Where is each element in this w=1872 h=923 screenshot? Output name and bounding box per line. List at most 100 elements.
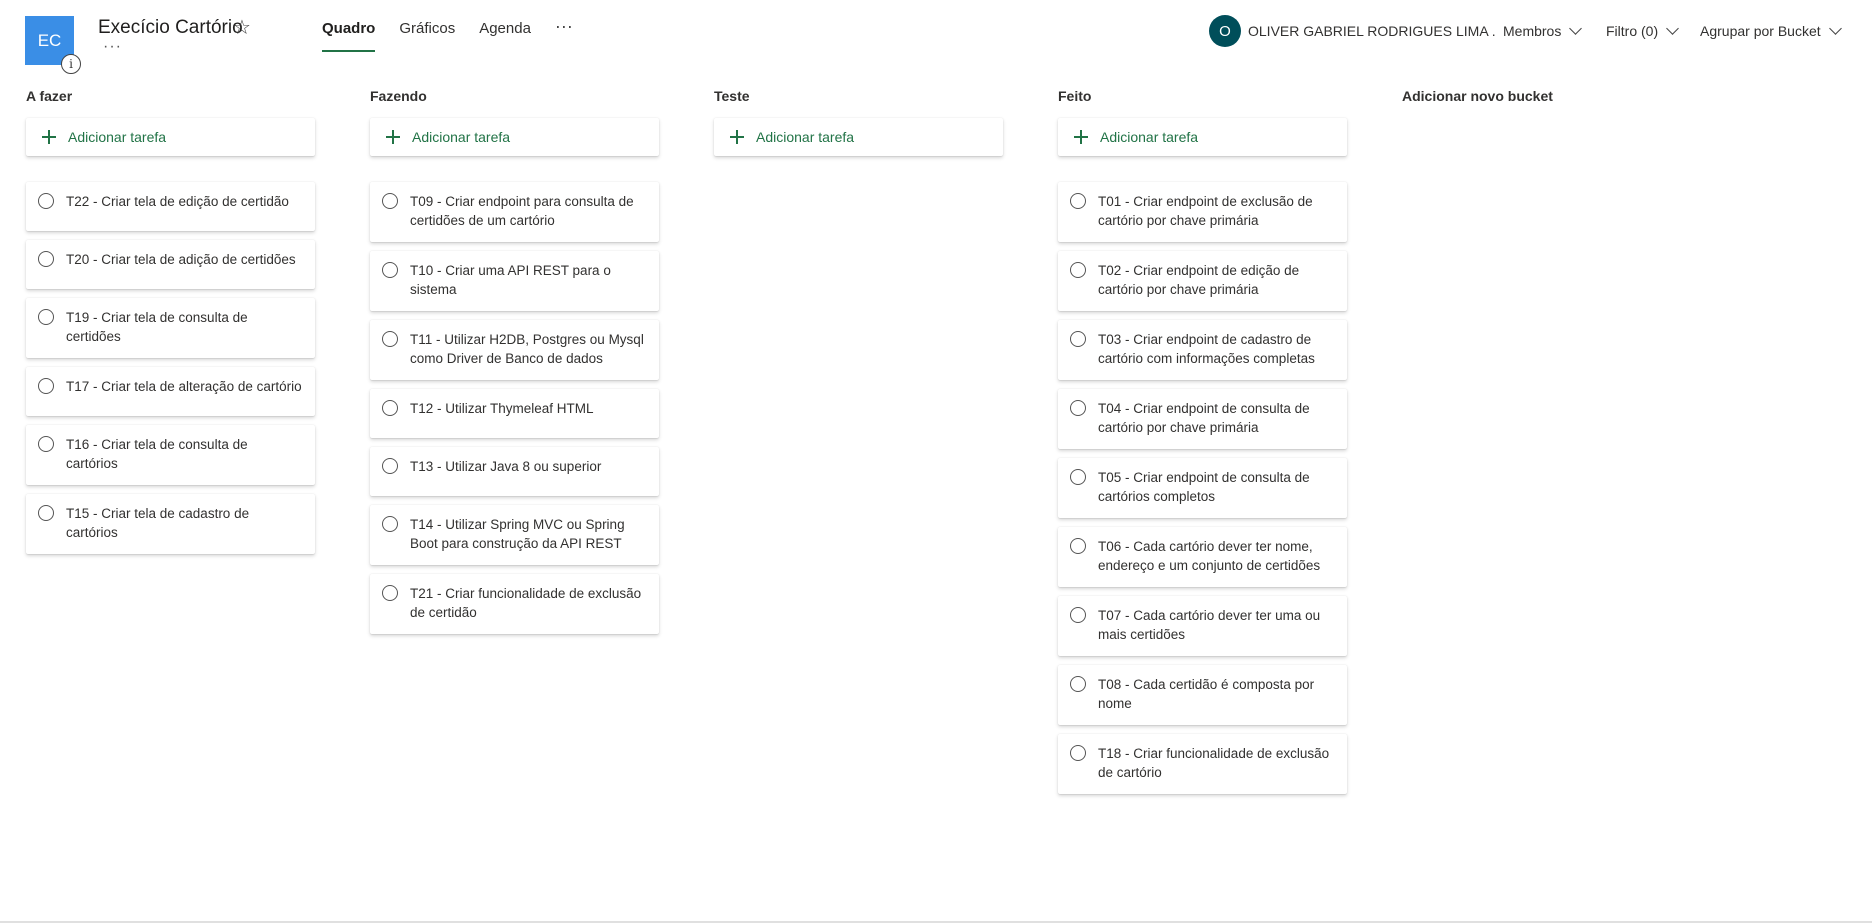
- add-task-label: Adicionar tarefa: [756, 129, 855, 145]
- complete-task-circle-icon[interactable]: [38, 505, 54, 521]
- task-title: T18 - Criar funcionalidade de exclusão d…: [1098, 746, 1330, 780]
- task-card[interactable]: T19 - Criar tela de consulta de certidõe…: [26, 298, 315, 358]
- task-card[interactable]: T06 - Cada cartório dever ter nome, ende…: [1058, 527, 1347, 587]
- task-card[interactable]: T11 - Utilizar H2DB, Postgres ou Mysql c…: [370, 320, 659, 380]
- task-card[interactable]: T07 - Cada cartório dever ter uma ou mai…: [1058, 596, 1347, 656]
- plan-more-icon[interactable]: ···: [103, 38, 122, 56]
- tabs-more-icon[interactable]: ···: [555, 17, 573, 52]
- chevron-down-icon: [1666, 22, 1679, 35]
- task-title: T20 - Criar tela de adição de certidões: [66, 252, 296, 267]
- plus-icon: [730, 130, 744, 144]
- complete-task-circle-icon[interactable]: [1070, 607, 1086, 623]
- user-name: OLIVER GABRIEL RODRIGUES LIMA .: [1248, 23, 1496, 39]
- group-by-button[interactable]: Agrupar por Bucket: [1700, 22, 1842, 39]
- task-card[interactable]: T15 - Criar tela de cadastro de cartório…: [26, 494, 315, 554]
- task-card[interactable]: T14 - Utilizar Spring MVC ou Spring Boot…: [370, 505, 659, 565]
- complete-task-circle-icon[interactable]: [382, 516, 398, 532]
- complete-task-circle-icon[interactable]: [382, 193, 398, 209]
- task-title: T16 - Criar tela de consulta de cartório…: [66, 437, 248, 471]
- task-card[interactable]: T21 - Criar funcionalidade de exclusão d…: [370, 574, 659, 634]
- task-card[interactable]: T08 - Cada certidão é composta por nome: [1058, 665, 1347, 725]
- bucket-column: A fazer Adicionar tarefa T22 - Criar tela …: [26, 88, 315, 563]
- task-title: T09 - Criar endpoint para consulta de ce…: [410, 194, 634, 228]
- task-title: T14 - Utilizar Spring MVC ou Spring Boot…: [410, 517, 625, 551]
- add-task-button[interactable]: Adicionar tarefa: [714, 118, 1003, 156]
- task-title: T19 - Criar tela de consulta de certidõe…: [66, 310, 248, 344]
- complete-task-circle-icon[interactable]: [38, 378, 54, 394]
- task-title: T01 - Criar endpoint de exclusão de cart…: [1098, 194, 1313, 228]
- info-icon[interactable]: i: [61, 54, 81, 74]
- view-tabs: Quadro Gráficos Agenda ···: [322, 17, 573, 52]
- task-title: T05 - Criar endpoint de consulta de cart…: [1098, 470, 1310, 504]
- task-card[interactable]: T22 - Criar tela de edição de certidão: [26, 182, 315, 231]
- task-card[interactable]: T03 - Criar endpoint de cadastro de cart…: [1058, 320, 1347, 380]
- tab-quadro[interactable]: Quadro: [322, 20, 376, 52]
- bucket-title[interactable]: Fazendo: [370, 88, 659, 108]
- task-list: T01 - Criar endpoint de exclusão de cart…: [1058, 182, 1347, 794]
- complete-task-circle-icon[interactable]: [1070, 193, 1086, 209]
- add-task-button[interactable]: Adicionar tarefa: [1058, 118, 1347, 156]
- task-title: T08 - Cada certidão é composta por nome: [1098, 677, 1315, 711]
- complete-task-circle-icon[interactable]: [38, 193, 54, 209]
- task-card[interactable]: T09 - Criar endpoint para consulta de ce…: [370, 182, 659, 242]
- tab-agenda[interactable]: Agenda: [479, 20, 531, 52]
- header-bar: EC i Execício Cartório ☆ ··· Quadro Gráf…: [0, 0, 1872, 90]
- complete-task-circle-icon[interactable]: [1070, 676, 1086, 692]
- task-card[interactable]: T13 - Utilizar Java 8 ou superior: [370, 447, 659, 496]
- complete-task-circle-icon[interactable]: [38, 251, 54, 267]
- task-title: T11 - Utilizar H2DB, Postgres ou Mysql c…: [410, 332, 644, 366]
- bucket-title[interactable]: A fazer: [26, 88, 315, 108]
- bucket-title[interactable]: Feito: [1058, 88, 1347, 108]
- avatar[interactable]: O: [1209, 15, 1241, 47]
- task-title: T17 - Criar tela de alteração de cartóri…: [66, 379, 302, 394]
- task-title: T12 - Utilizar Thymeleaf HTML: [410, 401, 594, 416]
- plan-title: Execício Cartório: [98, 17, 243, 38]
- task-card[interactable]: T17 - Criar tela de alteração de cartóri…: [26, 367, 315, 416]
- complete-task-circle-icon[interactable]: [382, 585, 398, 601]
- complete-task-circle-icon[interactable]: [382, 331, 398, 347]
- bucket-title[interactable]: Teste: [714, 88, 1003, 108]
- task-card[interactable]: T02 - Criar endpoint de edição de cartór…: [1058, 251, 1347, 311]
- task-card[interactable]: T01 - Criar endpoint de exclusão de cart…: [1058, 182, 1347, 242]
- complete-task-circle-icon[interactable]: [1070, 331, 1086, 347]
- add-task-label: Adicionar tarefa: [412, 129, 511, 145]
- complete-task-circle-icon[interactable]: [1070, 262, 1086, 278]
- task-list: T09 - Criar endpoint para consulta de ce…: [370, 182, 659, 634]
- task-title: T13 - Utilizar Java 8 ou superior: [410, 459, 602, 474]
- add-new-bucket-button[interactable]: Adicionar novo bucket: [1402, 88, 1553, 104]
- task-card[interactable]: T20 - Criar tela de adição de certidões: [26, 240, 315, 289]
- plus-icon: [386, 130, 400, 144]
- members-button[interactable]: Membros: [1503, 22, 1583, 39]
- task-title: T07 - Cada cartório dever ter uma ou mai…: [1098, 608, 1321, 642]
- task-card[interactable]: T12 - Utilizar Thymeleaf HTML: [370, 389, 659, 438]
- star-icon[interactable]: ☆: [233, 15, 251, 40]
- complete-task-circle-icon[interactable]: [38, 436, 54, 452]
- chevron-down-icon: [1569, 22, 1583, 35]
- task-title: T15 - Criar tela de cadastro de cartório…: [66, 506, 250, 540]
- complete-task-circle-icon[interactable]: [1070, 538, 1086, 554]
- filter-label: Filtro (0): [1606, 23, 1659, 39]
- complete-task-circle-icon[interactable]: [1070, 745, 1086, 761]
- task-card[interactable]: T18 - Criar funcionalidade de exclusão d…: [1058, 734, 1347, 794]
- tab-graficos[interactable]: Gráficos: [399, 20, 455, 52]
- bucket-column: Feito Adicionar tarefa T01 - Criar endpoin…: [1058, 88, 1347, 803]
- add-task-button[interactable]: Adicionar tarefa: [26, 118, 315, 156]
- complete-task-circle-icon[interactable]: [38, 309, 54, 325]
- task-card[interactable]: T05 - Criar endpoint de consulta de cart…: [1058, 458, 1347, 518]
- complete-task-circle-icon[interactable]: [382, 458, 398, 474]
- bucket-column: Fazendo Adicionar tarefa T09 - Criar endpo…: [370, 88, 659, 643]
- filter-button[interactable]: Filtro (0): [1606, 22, 1679, 39]
- task-title: T10 - Criar uma API REST para o sistema: [410, 263, 611, 297]
- task-title: T06 - Cada cartório dever ter nome, ende…: [1098, 539, 1321, 573]
- complete-task-circle-icon[interactable]: [382, 262, 398, 278]
- task-card[interactable]: T04 - Criar endpoint de consulta de cart…: [1058, 389, 1347, 449]
- add-task-button[interactable]: Adicionar tarefa: [370, 118, 659, 156]
- complete-task-circle-icon[interactable]: [382, 400, 398, 416]
- bucket-column: Teste Adicionar tarefa: [714, 88, 1003, 182]
- task-card[interactable]: T16 - Criar tela de consulta de cartório…: [26, 425, 315, 485]
- task-card[interactable]: T10 - Criar uma API REST para o sistema: [370, 251, 659, 311]
- complete-task-circle-icon[interactable]: [1070, 400, 1086, 416]
- complete-task-circle-icon[interactable]: [1070, 469, 1086, 485]
- task-title: T03 - Criar endpoint de cadastro de cart…: [1098, 332, 1315, 366]
- task-title: T22 - Criar tela de edição de certidão: [66, 194, 289, 209]
